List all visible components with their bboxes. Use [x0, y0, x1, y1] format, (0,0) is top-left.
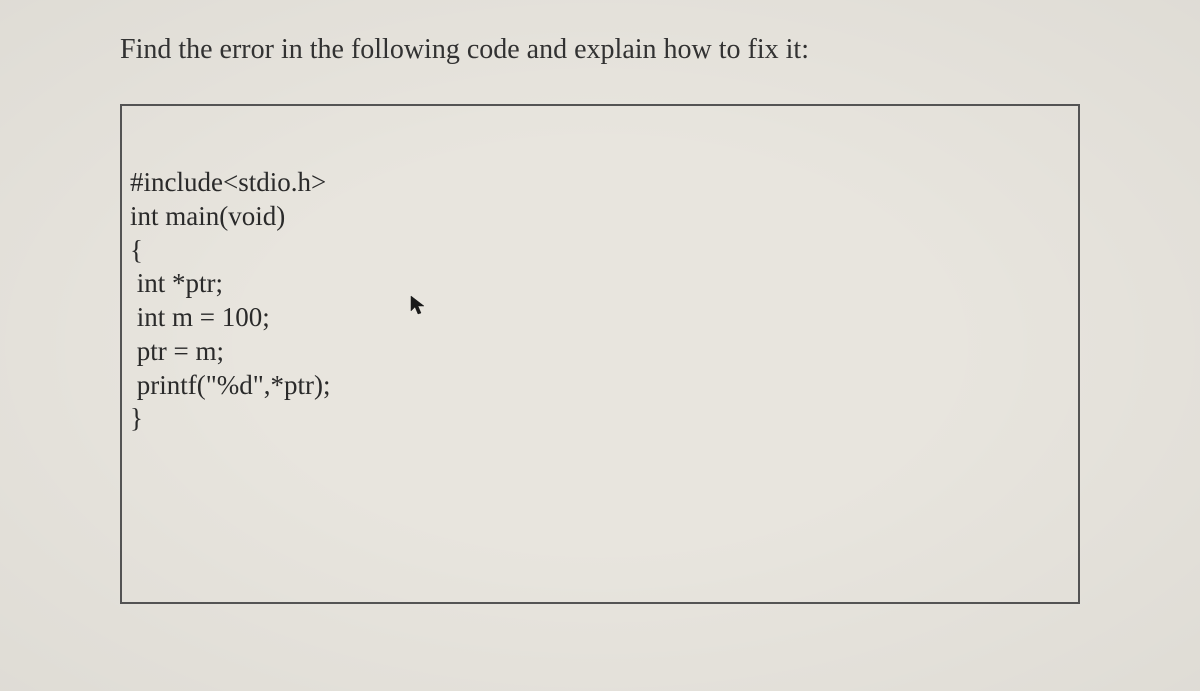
code-line-5: int m = 100;	[130, 302, 270, 332]
code-line-4: int *ptr;	[130, 268, 223, 298]
code-line-6: ptr = m;	[130, 336, 224, 366]
code-line-3: {	[130, 235, 143, 265]
code-line-7: printf("%d",*ptr);	[130, 370, 331, 400]
question-prompt: Find the error in the following code and…	[120, 30, 1080, 69]
code-block: #include<stdio.h> int main(void) { int *…	[130, 166, 1070, 436]
code-line-8: }	[130, 403, 143, 433]
code-line-1: #include<stdio.h>	[130, 167, 326, 197]
code-container: #include<stdio.h> int main(void) { int *…	[120, 104, 1080, 604]
code-line-2: int main(void)	[130, 201, 285, 231]
